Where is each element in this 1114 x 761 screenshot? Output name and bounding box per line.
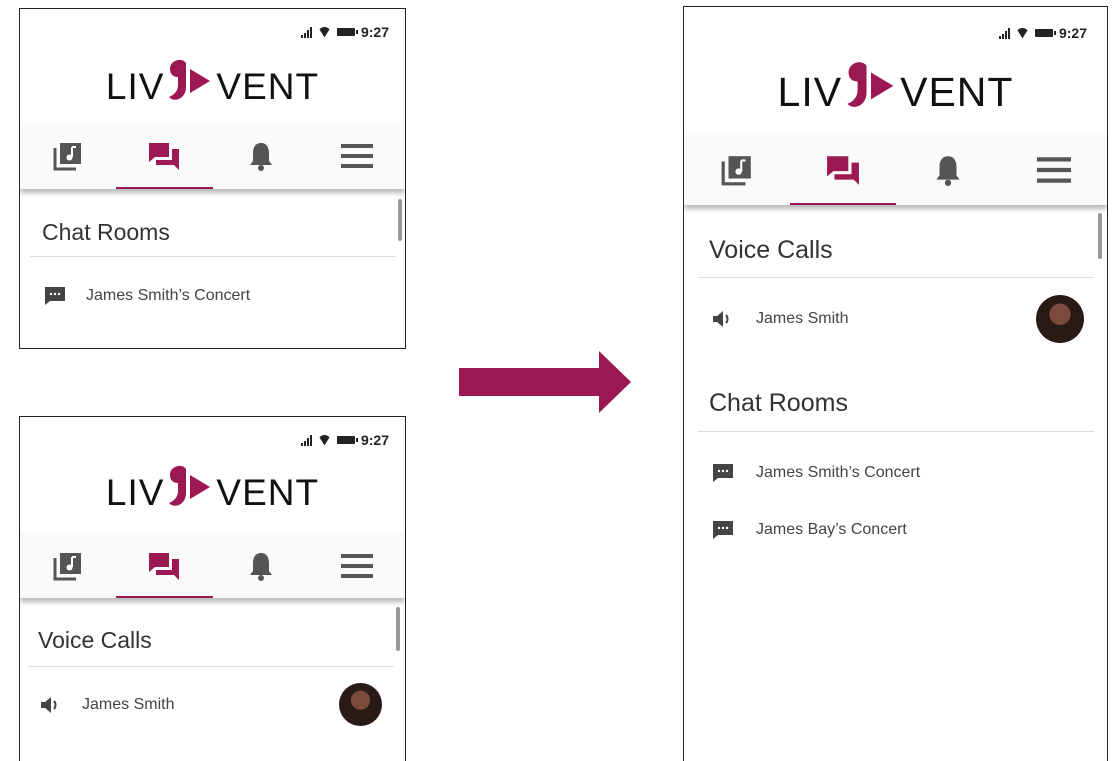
tab-music[interactable] bbox=[20, 533, 116, 598]
tab-chat[interactable] bbox=[789, 135, 896, 205]
logo-mark-icon bbox=[166, 463, 214, 522]
tab-chat[interactable] bbox=[116, 533, 213, 598]
divider bbox=[30, 256, 396, 257]
bell-icon bbox=[936, 156, 961, 186]
divider bbox=[28, 666, 394, 667]
message-icon bbox=[713, 464, 733, 482]
divider bbox=[698, 277, 1094, 278]
tab-menu[interactable] bbox=[309, 122, 405, 189]
logo-text-right: VENT bbox=[216, 471, 320, 513]
logo-text-left: LIV bbox=[105, 65, 165, 107]
section-title-chat-rooms: Chat Rooms bbox=[42, 219, 170, 245]
logo-text-left: LIV bbox=[777, 68, 843, 115]
phone-screen-chat-rooms: 9:27 LIV VENT Chat Rooms James Smith’s C… bbox=[19, 8, 406, 349]
tab-bar bbox=[20, 533, 405, 598]
logo-mark-icon bbox=[844, 59, 898, 125]
status-time: 9:27 bbox=[360, 432, 389, 448]
divider bbox=[698, 431, 1094, 432]
bell-icon bbox=[249, 552, 272, 581]
wifi-icon bbox=[318, 435, 331, 445]
phone-screen-voice-calls: 9:27 LIV VENT Voice Calls James Smith bbox=[19, 416, 406, 761]
logo-text-right: VENT bbox=[900, 68, 1014, 115]
wifi-icon bbox=[1016, 28, 1029, 38]
menu-icon bbox=[340, 143, 373, 168]
section-title-voice-calls: Voice Calls bbox=[38, 627, 152, 653]
scrollbar[interactable] bbox=[398, 199, 402, 241]
logo-text-right: VENT bbox=[216, 65, 320, 107]
section-title-voice-calls: Voice Calls bbox=[709, 236, 833, 264]
tab-notifications[interactable] bbox=[896, 135, 1002, 205]
chat-room-label: James Smith’s Concert bbox=[756, 464, 921, 481]
transition-arrow-icon bbox=[459, 351, 631, 413]
voice-call-item[interactable]: James Smith bbox=[712, 310, 848, 328]
signal-icon bbox=[300, 26, 312, 38]
logo-text-left: LIV bbox=[105, 471, 165, 513]
status-bar: 9:27 bbox=[300, 432, 389, 448]
tab-music[interactable] bbox=[684, 135, 790, 205]
tab-notifications[interactable] bbox=[213, 122, 309, 189]
phone-screen-combined: 9:27 LIV VENT Voice Calls James Smith Ch… bbox=[683, 6, 1108, 761]
wifi-icon bbox=[318, 27, 331, 37]
tab-bar bbox=[684, 135, 1107, 205]
chat-room-item[interactable]: James Smith’s Concert bbox=[44, 286, 250, 306]
music-library-icon bbox=[53, 552, 82, 580]
menu-icon bbox=[1037, 157, 1072, 183]
battery-icon bbox=[336, 28, 358, 36]
chat-icon bbox=[149, 552, 180, 580]
app-logo: LIV VENT bbox=[684, 59, 1107, 125]
speaker-icon bbox=[713, 311, 729, 327]
status-bar: 9:27 bbox=[300, 24, 389, 40]
chat-icon bbox=[826, 156, 859, 185]
caller-name: James Smith bbox=[82, 696, 175, 713]
tab-chat[interactable] bbox=[116, 122, 213, 189]
status-time: 9:27 bbox=[360, 24, 389, 40]
app-logo: LIV VENT bbox=[20, 57, 405, 116]
tab-menu[interactable] bbox=[1001, 135, 1107, 205]
chat-room-label: James Bay’s Concert bbox=[756, 521, 907, 538]
section-title-chat-rooms: Chat Rooms bbox=[709, 389, 848, 417]
voice-call-item[interactable]: James Smith bbox=[40, 696, 174, 714]
music-library-icon bbox=[721, 156, 751, 186]
app-logo: LIV VENT bbox=[20, 463, 405, 522]
message-icon bbox=[45, 287, 65, 305]
chat-icon bbox=[149, 142, 180, 170]
battery-icon bbox=[1034, 29, 1056, 37]
caller-name: James Smith bbox=[756, 310, 849, 327]
tab-bar bbox=[20, 122, 405, 189]
tab-music[interactable] bbox=[20, 122, 116, 189]
status-time: 9:27 bbox=[1058, 25, 1087, 41]
avatar bbox=[1036, 295, 1084, 343]
tab-menu[interactable] bbox=[309, 533, 405, 598]
signal-icon bbox=[998, 27, 1010, 39]
scrollbar[interactable] bbox=[396, 607, 400, 651]
tab-notifications[interactable] bbox=[213, 533, 309, 598]
bell-icon bbox=[249, 142, 272, 171]
status-bar: 9:27 bbox=[998, 25, 1087, 41]
message-icon bbox=[713, 521, 733, 539]
scrollbar[interactable] bbox=[1098, 213, 1102, 259]
menu-icon bbox=[340, 553, 373, 578]
chat-room-item[interactable]: James Smith’s Concert bbox=[712, 463, 920, 483]
chat-room-label: James Smith’s Concert bbox=[86, 287, 251, 304]
chat-room-item[interactable]: James Bay’s Concert bbox=[712, 520, 907, 540]
battery-icon bbox=[336, 436, 358, 444]
logo-mark-icon bbox=[166, 57, 214, 116]
music-library-icon bbox=[53, 142, 82, 170]
avatar bbox=[339, 683, 382, 726]
speaker-icon bbox=[41, 697, 57, 713]
signal-icon bbox=[300, 434, 312, 446]
